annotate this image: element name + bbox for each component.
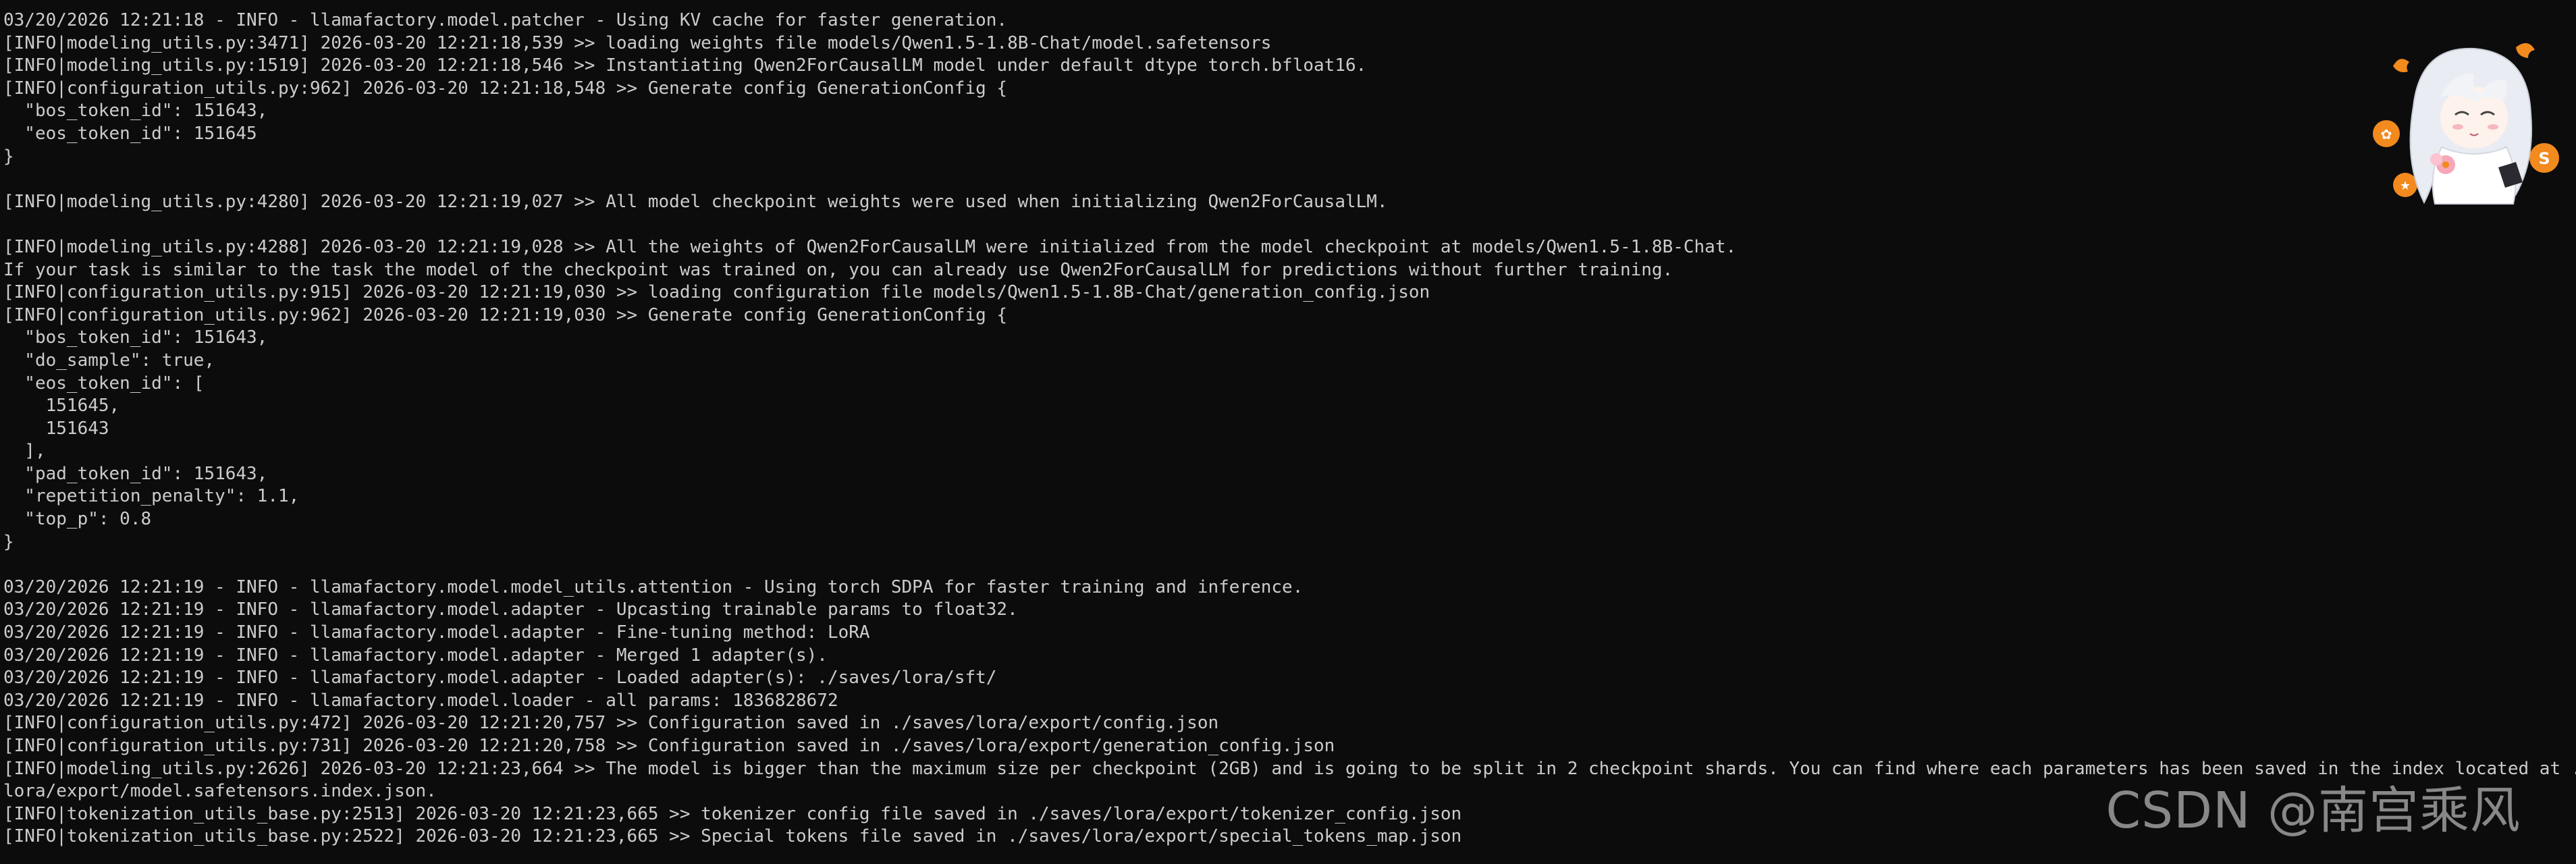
log-line: [INFO|configuration_utils.py:962] 2026-0… [3, 304, 1008, 325]
log-line: [INFO|modeling_utils.py:3471] 2026-03-20… [3, 32, 1272, 53]
log-line: ], [3, 441, 46, 462]
svg-text:S: S [2538, 149, 2550, 168]
terminal-output: 03/20/2026 12:21:18 - INFO - llamafactor… [3, 9, 2576, 848]
log-line: If your task is similar to the task the … [3, 259, 1673, 280]
log-line: 03/20/2026 12:21:19 - INFO - llamafactor… [3, 576, 1304, 597]
log-line: } [3, 531, 14, 552]
log-line: 151645, [3, 396, 120, 416]
log-line: [INFO|modeling_utils.py:4280] 2026-03-20… [3, 191, 1388, 212]
log-line: 03/20/2026 12:21:19 - INFO - llamafactor… [3, 599, 1018, 620]
log-line: [INFO|modeling_utils.py:4288] 2026-03-20… [3, 236, 1737, 257]
log-line: 151643 [3, 418, 109, 439]
log-line: [INFO|configuration_utils.py:731] 2026-0… [3, 736, 1335, 756]
log-line: [INFO|configuration_utils.py:472] 2026-0… [3, 713, 1219, 734]
log-line: "eos_token_id": [ [3, 373, 205, 394]
log-line: 03/20/2026 12:21:19 - INFO - llamafactor… [3, 645, 828, 666]
csdn-watermark: CSDN @南宫乘风 [2105, 782, 2521, 840]
log-line: "top_p": 0.8 [3, 509, 152, 530]
log-line: "repetition_penalty": 1.1, [3, 486, 300, 507]
log-line: 03/20/2026 12:21:19 - INFO - llamafactor… [3, 690, 838, 711]
log-line: "pad_token_id": 151643, [3, 463, 268, 484]
svg-text:★: ★ [2400, 179, 2411, 193]
svg-text:✿: ✿ [2381, 126, 2392, 142]
log-line: [INFO|modeling_utils.py:1519] 2026-03-20… [3, 55, 1367, 76]
log-line: 03/20/2026 12:21:18 - INFO - llamafactor… [3, 10, 1008, 30]
log-line: [INFO|configuration_utils.py:962] 2026-0… [3, 78, 1008, 99]
log-line: 03/20/2026 12:21:19 - INFO - llamafactor… [3, 668, 997, 688]
log-line: "do_sample": true, [3, 350, 215, 371]
log-line: [INFO|configuration_utils.py:915] 2026-0… [3, 282, 1430, 303]
log-line: "eos_token_id": 151645 [3, 123, 257, 144]
terminal-window[interactable]: 03/20/2026 12:21:18 - INFO - llamafactor… [0, 0, 2576, 864]
log-line: 03/20/2026 12:21:19 - INFO - llamafactor… [3, 622, 870, 643]
anime-mascot-sticker: ✿ ★ S [2373, 43, 2559, 205]
log-line: "bos_token_id": 151643, [3, 101, 268, 122]
log-line: } [3, 146, 14, 167]
log-line: "bos_token_id": 151643, [3, 327, 268, 348]
